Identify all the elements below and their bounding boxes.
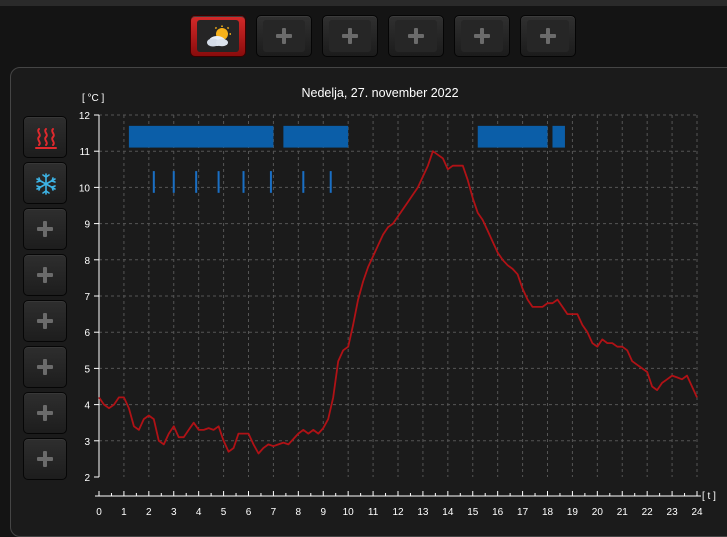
x-tick-label: 24	[691, 507, 703, 518]
y-tick-label: 10	[79, 183, 91, 194]
y-tick-label: 2	[84, 473, 90, 484]
x-tick-label: 21	[617, 507, 629, 518]
x-tick-label: 2	[146, 507, 152, 518]
y-tick-label: 6	[84, 328, 90, 339]
x-tick-label: 14	[442, 507, 454, 518]
heating-period-bar	[283, 125, 349, 148]
x-tick-label: 22	[642, 507, 654, 518]
x-tick-label: 13	[417, 507, 429, 518]
x-tick-label: 9	[320, 507, 326, 518]
x-tick-label: 15	[467, 507, 479, 518]
x-tick-label: 4	[196, 507, 202, 518]
heating-period-bar	[128, 125, 274, 148]
x-tick-label: 19	[567, 507, 579, 518]
temperature-chart: 234567891011120 1 2 3 4 5 6 7 8 9 10 11 12 13 14 15 16 17…	[79, 111, 703, 518]
x-tick-label: 20	[592, 507, 604, 518]
y-tick-label: 11	[80, 147, 91, 158]
x-tick-label: 0	[96, 507, 102, 518]
y-tick-label: 12	[79, 111, 91, 122]
x-tick-label: 11	[368, 507, 379, 518]
x-tick-label: 10	[343, 507, 355, 518]
y-tick-label: 8	[84, 256, 90, 267]
y-tick-label: 3	[84, 437, 90, 448]
x-tick-label: 18	[542, 507, 554, 518]
x-tick-label: 23	[667, 507, 679, 518]
x-tick-label: 3	[171, 507, 177, 518]
x-tick-label: 16	[492, 507, 504, 518]
y-tick-label: 9	[84, 220, 90, 231]
x-tick-label: 5	[221, 507, 227, 518]
x-tick-label: 17	[517, 507, 529, 518]
x-tick-label: 6	[246, 507, 252, 518]
x-tick-label: 8	[296, 507, 302, 518]
x-tick-label: 1	[121, 507, 127, 518]
x-tick-label: 7	[271, 507, 277, 518]
y-tick-label: 7	[84, 292, 90, 303]
heating-period-bar	[477, 125, 548, 148]
x-tick-label: 12	[392, 507, 404, 518]
y-tick-label: 5	[84, 364, 90, 375]
y-tick-label: 4	[84, 401, 90, 412]
heating-period-bar	[552, 125, 565, 148]
